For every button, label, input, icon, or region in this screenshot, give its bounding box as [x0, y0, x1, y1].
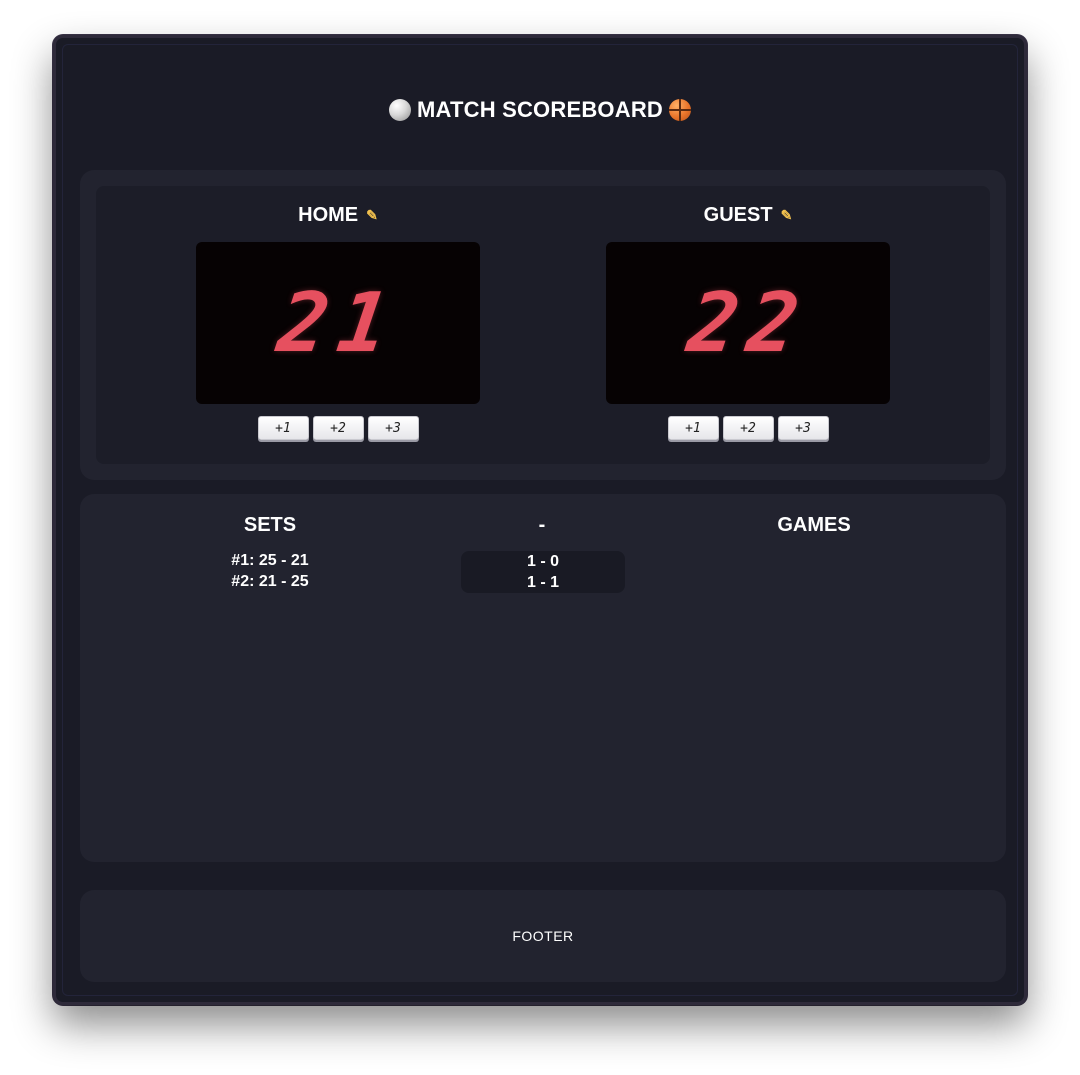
- pencil-icon[interactable]: ✎: [781, 207, 793, 224]
- guest-score-display: 22: [606, 242, 890, 404]
- guest-plus-2-button[interactable]: +2: [722, 416, 774, 440]
- set-row: #1: 25 - 21: [231, 552, 309, 569]
- home-button-row: +1 +2 +3: [196, 416, 480, 440]
- pencil-icon[interactable]: ✎: [366, 207, 378, 224]
- home-team: HOME ✎ 21 +1 +2 +3: [196, 186, 480, 440]
- scoreboard-window: MATCH SCOREBOARD HOME ✎ 21 +1 +2 +3 GUES…: [53, 35, 1027, 1005]
- sets-heading: SETS: [243, 514, 297, 536]
- score-panel-inner: HOME ✎ 21 +1 +2 +3 GUEST ✎ 22 +1 +2 +3: [96, 186, 990, 464]
- home-name-label: HOME: [298, 203, 359, 226]
- guest-team-name[interactable]: GUEST ✎: [606, 186, 890, 242]
- score-panel: HOME ✎ 21 +1 +2 +3 GUEST ✎ 22 +1 +2 +3: [80, 170, 1006, 480]
- set-row: #2: 21 - 25: [231, 573, 309, 590]
- footer: FOOTER: [80, 890, 1006, 982]
- home-plus-3-button[interactable]: +3: [367, 416, 419, 440]
- guest-team: GUEST ✎ 22 +1 +2 +3: [606, 186, 890, 440]
- basketball-icon: [669, 99, 691, 121]
- page-title: MATCH SCOREBOARD: [56, 92, 1024, 128]
- sets-list: #1: 25 - 21 #2: 21 - 25: [200, 550, 340, 592]
- dash-heading: -: [538, 514, 546, 536]
- home-score: 21: [271, 275, 405, 371]
- guest-button-row: +1 +2 +3: [606, 416, 890, 440]
- home-score-display: 21: [196, 242, 480, 404]
- games-heading: GAMES: [777, 514, 851, 536]
- games-row: 1 - 0: [526, 553, 559, 570]
- guest-name-label: GUEST: [703, 203, 773, 226]
- home-team-name[interactable]: HOME ✎: [196, 186, 480, 242]
- home-plus-1-button[interactable]: +1: [257, 416, 309, 440]
- guest-score: 22: [681, 275, 815, 371]
- title-text: MATCH SCOREBOARD: [416, 97, 663, 122]
- home-plus-2-button[interactable]: +2: [312, 416, 364, 440]
- stats-panel: SETS - GAMES #1: 25 - 21 #2: 21 - 25 1 -…: [80, 494, 1006, 862]
- footer-text: FOOTER: [512, 928, 574, 944]
- guest-plus-1-button[interactable]: +1: [667, 416, 719, 440]
- volleyball-icon: [388, 99, 411, 121]
- guest-plus-3-button[interactable]: +3: [777, 416, 829, 440]
- games-score-list: 1 - 0 1 - 1: [461, 551, 625, 593]
- games-row: 1 - 1: [526, 574, 559, 591]
